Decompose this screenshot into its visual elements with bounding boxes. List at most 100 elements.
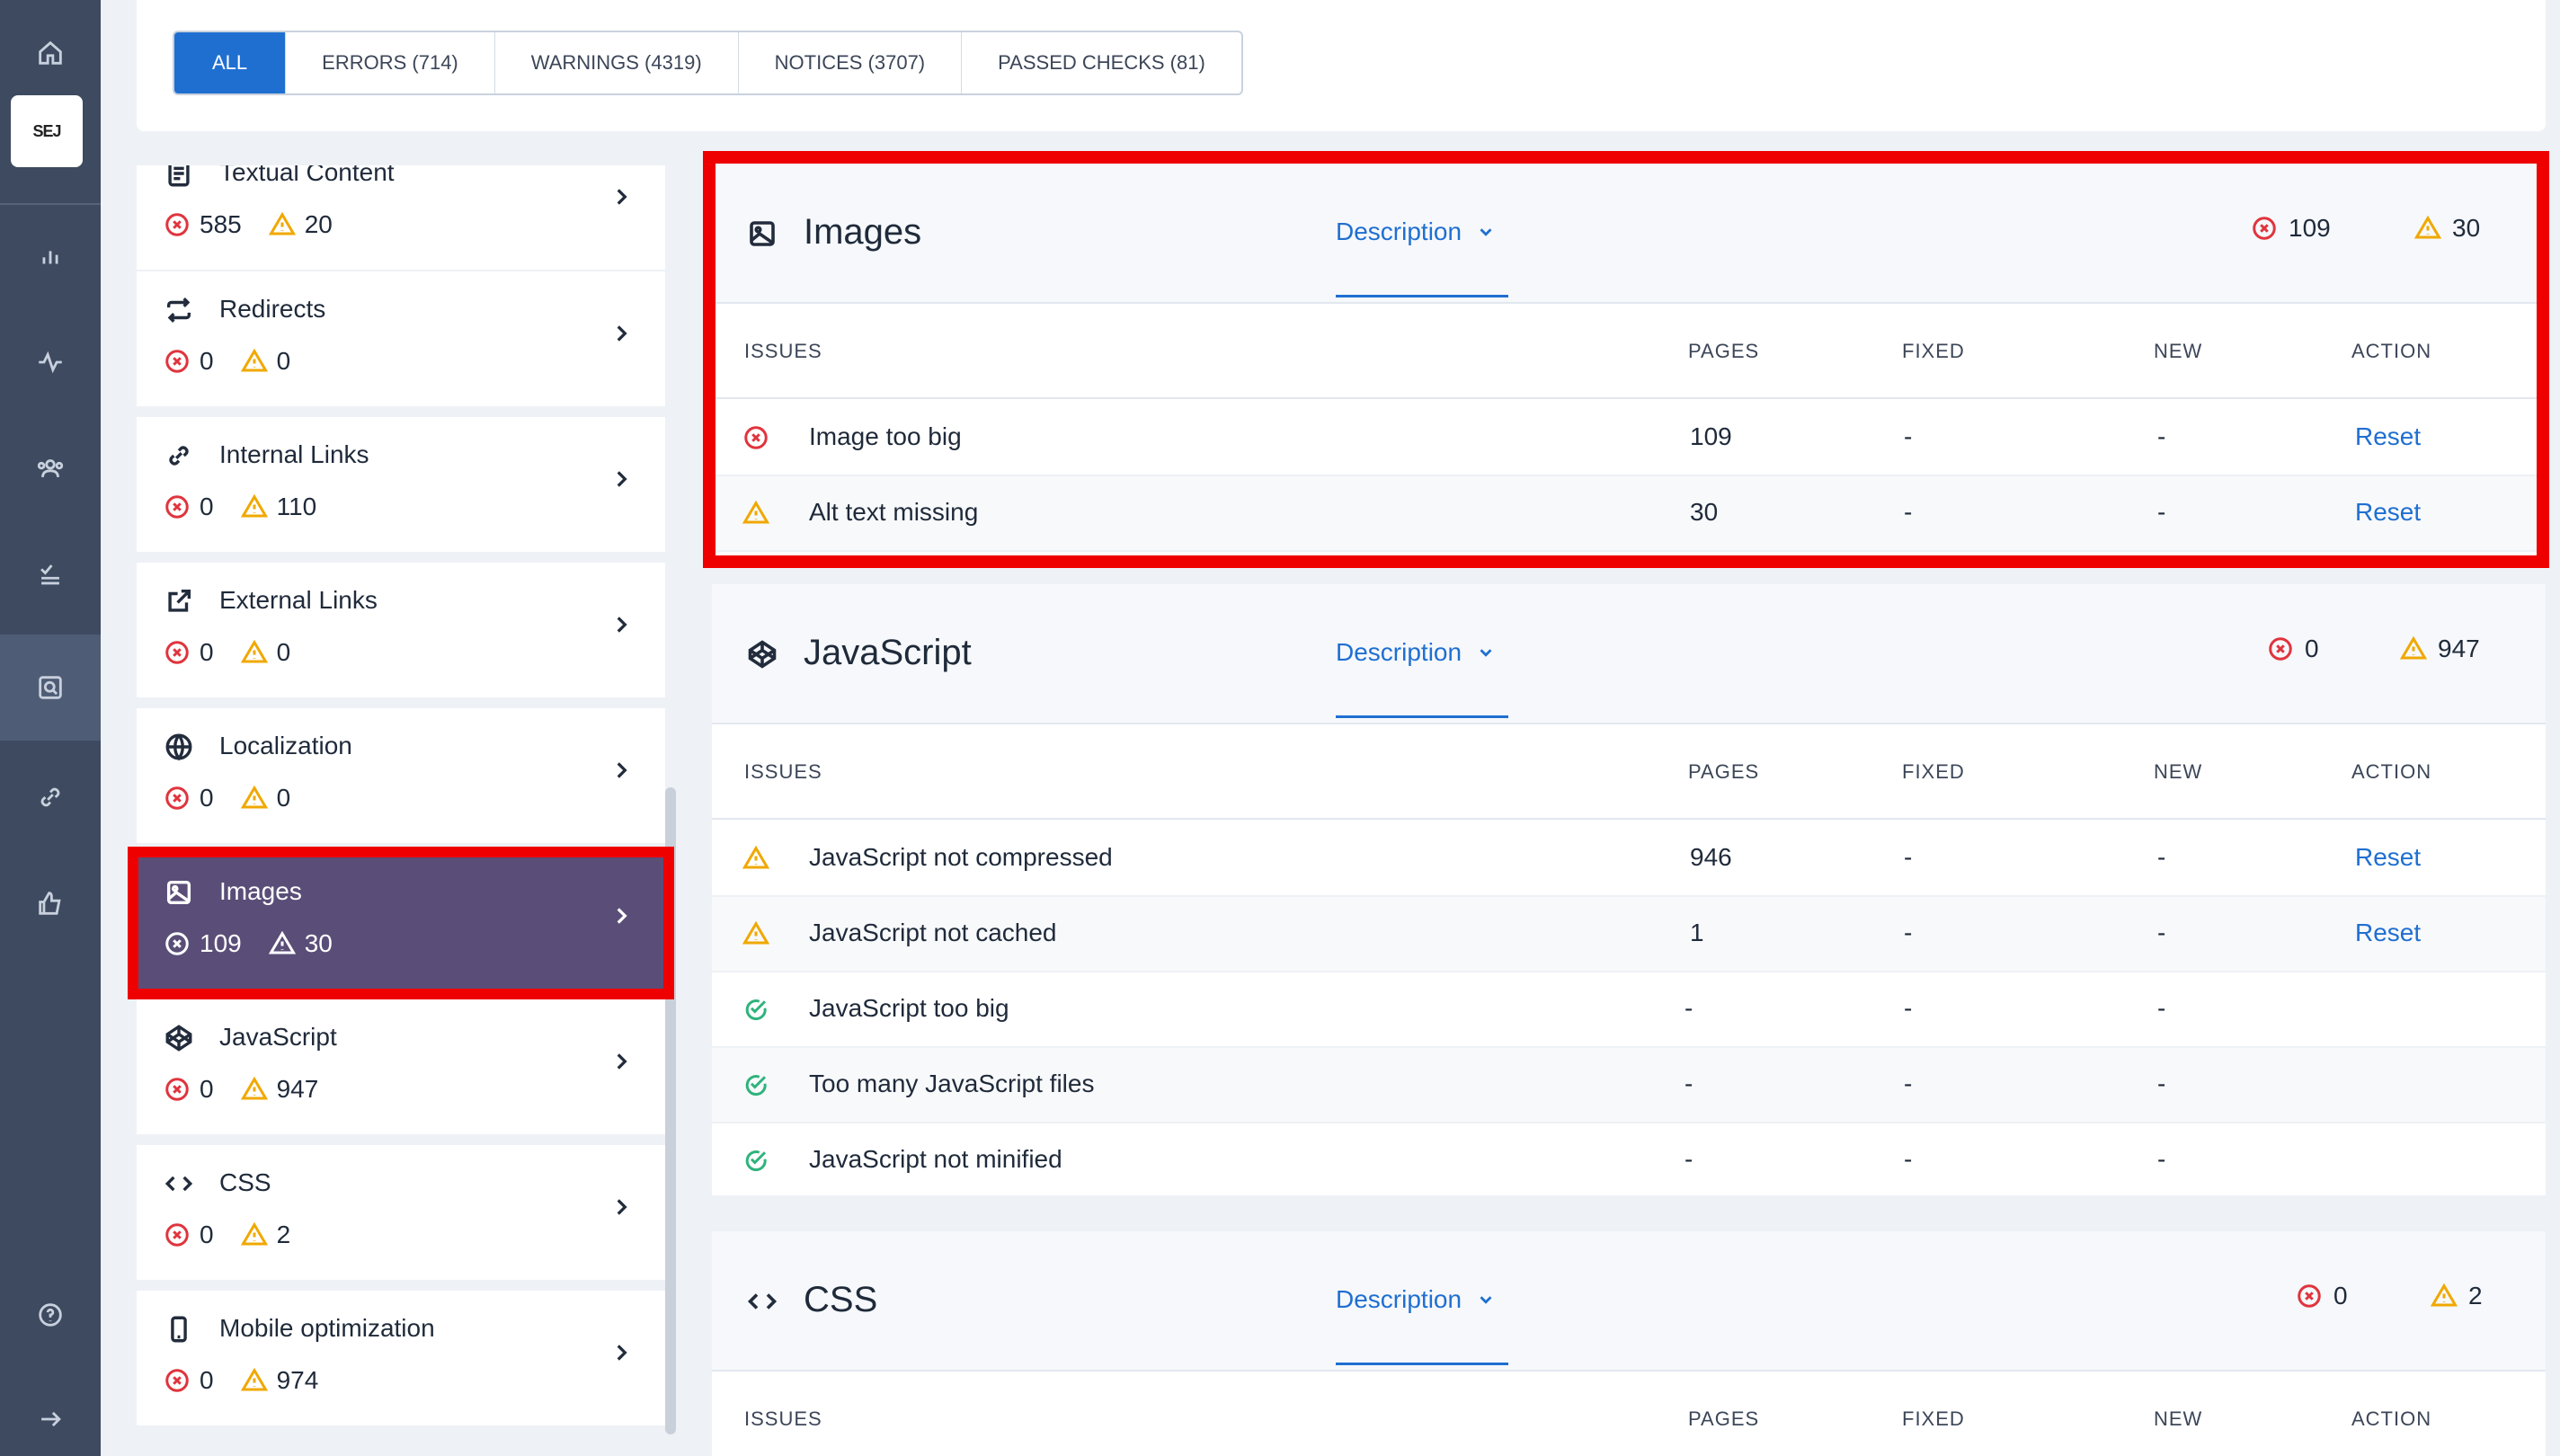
error-icon — [165, 213, 189, 236]
check-circle-icon — [745, 999, 767, 1021]
category-title: JavaScript — [219, 1023, 337, 1051]
home-icon[interactable] — [0, 0, 101, 106]
issue-name[interactable]: Too many JavaScript files — [809, 1070, 1094, 1098]
error-count: 0 — [200, 493, 214, 520]
category-mobile-optimization[interactable]: Mobile optimization 0 974 — [137, 1291, 665, 1425]
site-audit-icon[interactable] — [0, 635, 101, 741]
pages-count: - — [1684, 994, 1693, 1022]
panel-title: JavaScript — [804, 633, 972, 672]
panel-error-count: 0 — [2296, 1282, 2348, 1310]
fixed-count: - — [1904, 919, 1913, 946]
filter-warnings-tab[interactable]: WARNINGS (4319) — [493, 32, 738, 93]
brand-logo[interactable]: SEJ — [11, 95, 83, 167]
reset-link[interactable]: Reset — [2355, 422, 2421, 451]
col-fixed: FIXED — [1902, 760, 1965, 783]
category-scrollbar[interactable] — [665, 787, 676, 1434]
category-title: Textual Content — [219, 165, 395, 186]
col-pages: PAGES — [1688, 760, 1760, 783]
pages-count[interactable]: 1 — [1690, 919, 1704, 947]
chevron-down-icon — [1480, 1296, 1492, 1304]
description-underline — [1336, 715, 1508, 718]
warning-icon — [240, 1367, 268, 1391]
category-textual-content[interactable]: Textual Content 585 20 — [137, 165, 665, 270]
category-counts: 0 0 — [164, 638, 317, 667]
error-icon — [165, 495, 189, 519]
filter-all-tab[interactable]: ALL — [174, 32, 286, 93]
pages-count[interactable]: 946 — [1690, 843, 1732, 872]
warning-icon — [240, 493, 268, 518]
panel-header: Images Description 109 30 — [712, 164, 2546, 304]
expand-icon[interactable] — [0, 1366, 101, 1456]
description-dropdown[interactable]: Description — [1336, 1282, 1496, 1318]
category-css[interactable]: CSS 0 2 — [137, 1145, 665, 1280]
panel-error-count: 0 — [2267, 635, 2319, 663]
category-localization[interactable]: Localization 0 0 — [137, 708, 665, 843]
thumbs-up-icon[interactable] — [0, 850, 101, 956]
category-redirects[interactable]: Redirects 0 0 — [137, 271, 665, 406]
description-label: Description — [1336, 218, 1462, 245]
description-underline — [1336, 1363, 1508, 1365]
panel-header: CSS Description 0 2 — [712, 1231, 2546, 1372]
issue-name[interactable]: JavaScript too big — [809, 994, 1009, 1023]
col-issues: ISSUES — [744, 760, 822, 783]
filter-notices-tab[interactable]: NOTICES (3707) — [737, 32, 962, 93]
users-icon[interactable] — [0, 415, 101, 521]
issue-name[interactable]: JavaScript not cached — [809, 919, 1057, 947]
col-fixed: FIXED — [1902, 340, 1965, 362]
image-icon — [164, 877, 194, 908]
issue-name[interactable]: JavaScript not compressed — [809, 843, 1113, 872]
category-counts: 585 20 — [164, 210, 360, 239]
description-dropdown[interactable]: Description — [1336, 635, 1496, 670]
bar-chart-icon[interactable] — [0, 203, 101, 309]
error-count: 0 — [200, 784, 214, 812]
description-dropdown[interactable]: Description — [1336, 214, 1496, 250]
chevron-down-icon — [1480, 649, 1492, 657]
category-counts: 0 2 — [164, 1221, 317, 1249]
category-external-links[interactable]: External Links 0 0 — [137, 563, 665, 697]
issue-name[interactable]: Image too big — [809, 422, 962, 451]
chevron-right-icon — [609, 185, 633, 209]
category-javascript[interactable]: JavaScript 0 947 — [137, 999, 665, 1134]
error-icon — [165, 932, 189, 955]
warning-count: 947 — [276, 1075, 319, 1103]
category-title: Localization — [219, 732, 352, 759]
issue-name[interactable]: JavaScript not minified — [809, 1145, 1062, 1174]
category-title: Mobile optimization — [219, 1314, 435, 1342]
panel-javascript: JavaScript Description 0 947 ISSUES PAGE… — [712, 584, 2546, 1195]
warning-icon — [240, 785, 268, 809]
table-row: JavaScript too big - - - — [712, 972, 2546, 1048]
warning-icon — [742, 920, 769, 945]
help-icon[interactable] — [0, 1262, 101, 1368]
chevron-right-icon — [609, 613, 633, 636]
col-new: NEW — [2154, 340, 2203, 362]
error-icon — [2253, 217, 2276, 240]
new-count: - — [2157, 1145, 2166, 1173]
description-label: Description — [1336, 1285, 1462, 1313]
col-action: ACTION — [2351, 760, 2432, 783]
document-icon — [164, 165, 194, 189]
issue-name[interactable]: Alt text missing — [809, 498, 978, 527]
col-pages: PAGES — [1688, 340, 1760, 362]
tasks-icon[interactable] — [0, 521, 101, 627]
panel-error-count: 109 — [2251, 214, 2331, 243]
pages-count[interactable]: 30 — [1690, 498, 1718, 527]
reset-link[interactable]: Reset — [2355, 498, 2421, 527]
pulse-icon[interactable] — [0, 309, 101, 415]
filter-errors-tab[interactable]: ERRORS (714) — [285, 32, 494, 93]
codepen-icon — [746, 638, 778, 670]
warning-icon — [240, 639, 268, 663]
external-link-icon — [164, 586, 194, 617]
col-pages: PAGES — [1688, 1407, 1760, 1430]
panel-title: CSS — [804, 1280, 878, 1319]
filter-passed-tab[interactable]: PASSED CHECKS (81) — [961, 32, 1241, 93]
category-images[interactable]: Images 109 30 — [137, 854, 665, 989]
error-icon — [165, 1223, 189, 1247]
error-count: 109 — [200, 929, 242, 957]
col-new: NEW — [2154, 1407, 2203, 1430]
category-internal-links[interactable]: Internal Links 0 110 — [137, 417, 665, 552]
pages-count[interactable]: 109 — [1690, 422, 1732, 451]
reset-link[interactable]: Reset — [2355, 843, 2421, 872]
link-icon[interactable] — [0, 744, 101, 850]
panel-title: Images — [804, 212, 922, 252]
reset-link[interactable]: Reset — [2355, 919, 2421, 947]
